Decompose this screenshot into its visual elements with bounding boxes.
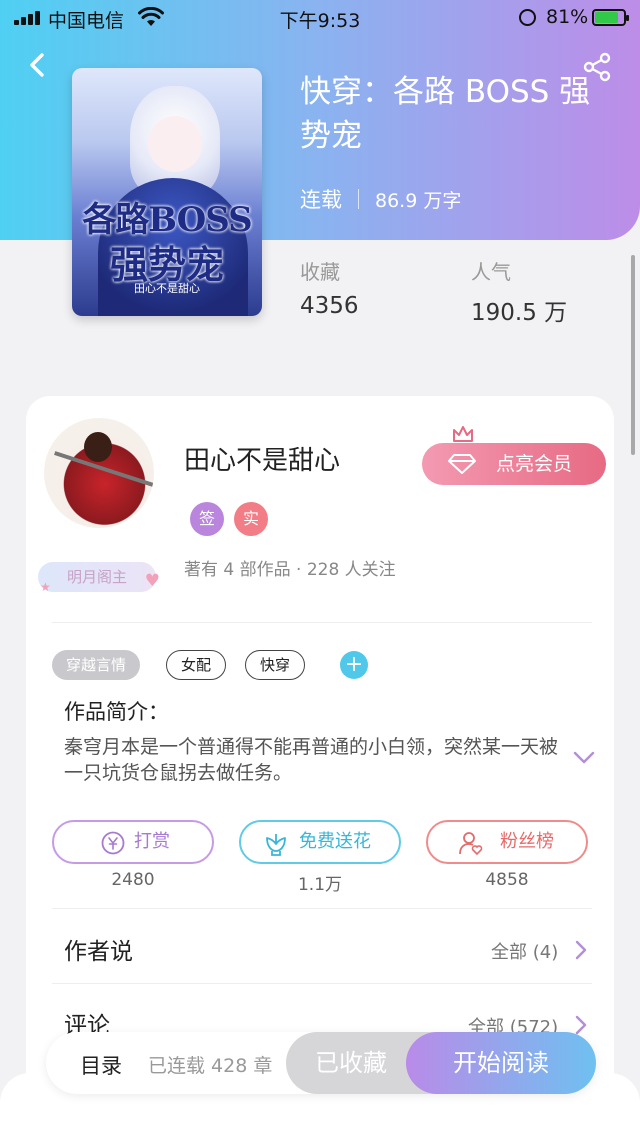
divider — [52, 622, 592, 623]
back-arrow-icon[interactable] — [24, 52, 50, 78]
popularity-label: 人气 — [471, 260, 511, 284]
free-flower-label: 免费送花 — [299, 831, 371, 852]
flower-count: 1.1万 — [297, 875, 343, 895]
chapter-count[interactable]: 已连载 428 章 — [148, 1051, 272, 1078]
reward-count: 2480 — [111, 870, 155, 890]
fans-ranking-label: 粉丝榜 — [500, 831, 554, 852]
author-works-info: 著有 4 部作品 · 228 人关注 — [184, 560, 396, 580]
rotation-lock-icon — [519, 9, 536, 26]
intro-title: 作品简介： — [64, 700, 169, 724]
battery-icon — [592, 9, 629, 26]
tag-chip[interactable]: 穿越言情 — [52, 650, 141, 680]
yen-coin-icon — [101, 831, 125, 855]
collect-label: 收藏 — [300, 260, 340, 284]
user-heart-icon — [459, 832, 483, 856]
tag-chip[interactable]: 女配 — [166, 650, 227, 680]
add-tag-button[interactable]: + — [340, 651, 368, 679]
scrollbar[interactable] — [631, 255, 635, 455]
heart-icon: ♥ — [144, 571, 160, 591]
serial-status: 连载 — [300, 188, 342, 212]
clock: 下午9:53 — [279, 10, 361, 32]
book-cover[interactable]: 各路BOSS 强势宠 田心不是甜心 — [72, 68, 262, 316]
author-says-more[interactable]: 全部 (4) — [491, 938, 558, 964]
battery-percentage: 81% — [546, 6, 589, 28]
book-meta: 连载 86.9 万字 — [300, 184, 461, 214]
fans-ranking-button[interactable]: 粉丝榜 — [426, 820, 588, 864]
fans-count: 4858 — [485, 870, 529, 890]
chevron-right-icon[interactable] — [574, 939, 588, 961]
reward-button[interactable]: 打赏 — [52, 820, 214, 864]
tag-chip[interactable]: 快穿 — [245, 650, 306, 680]
author-avatar[interactable] — [44, 418, 154, 528]
intro-text: 秦穹月本是一个普通得不能再普通的小白领，突然某一天被一只坑货仓鼠拐去做任务。 — [64, 736, 559, 784]
collect-value: 4356 — [300, 293, 359, 319]
cover-author: 田心不是甜心 — [134, 282, 200, 295]
author-level-badge: ★ 明月阁主 ♥ — [38, 562, 160, 594]
divider — [52, 908, 592, 909]
author-says-title[interactable]: 作者说 — [64, 932, 133, 966]
vip-button-label: 点亮会员 — [496, 453, 573, 475]
popularity-stat: 人气 190.5 万 — [471, 256, 567, 327]
vip-button[interactable]: 点亮会员 — [422, 443, 606, 485]
crown-icon — [453, 426, 473, 442]
start-reading-button[interactable]: 开始阅读 — [406, 1032, 596, 1094]
flower-icon — [266, 834, 286, 856]
chevron-right-icon[interactable] — [574, 1014, 588, 1036]
book-title: 快穿：各路 BOSS 强势宠 — [300, 74, 591, 154]
table-of-contents-button[interactable]: 目录 — [80, 1050, 122, 1080]
chevron-down-icon[interactable] — [572, 750, 596, 766]
author-level-label: 明月阁主 — [66, 568, 127, 586]
free-flower-button[interactable]: 免费送花 — [239, 820, 401, 864]
star-icon: ★ — [40, 580, 51, 594]
status-bar: 中国电信 下午9:53 81% — [0, 0, 640, 36]
reward-label: 打赏 — [134, 831, 170, 852]
diamond-icon — [448, 454, 476, 474]
divider — [52, 983, 592, 984]
collect-stat: 收藏 4356 — [300, 256, 359, 319]
verified-author-tag: 实 — [234, 502, 268, 536]
popularity-value: 190.5 万 — [471, 300, 568, 326]
author-name[interactable]: 田心不是甜心 — [184, 440, 340, 477]
cover-character-face — [148, 116, 202, 172]
signed-author-tag: 签 — [190, 502, 224, 536]
word-count: 86.9 万字 — [375, 190, 462, 212]
